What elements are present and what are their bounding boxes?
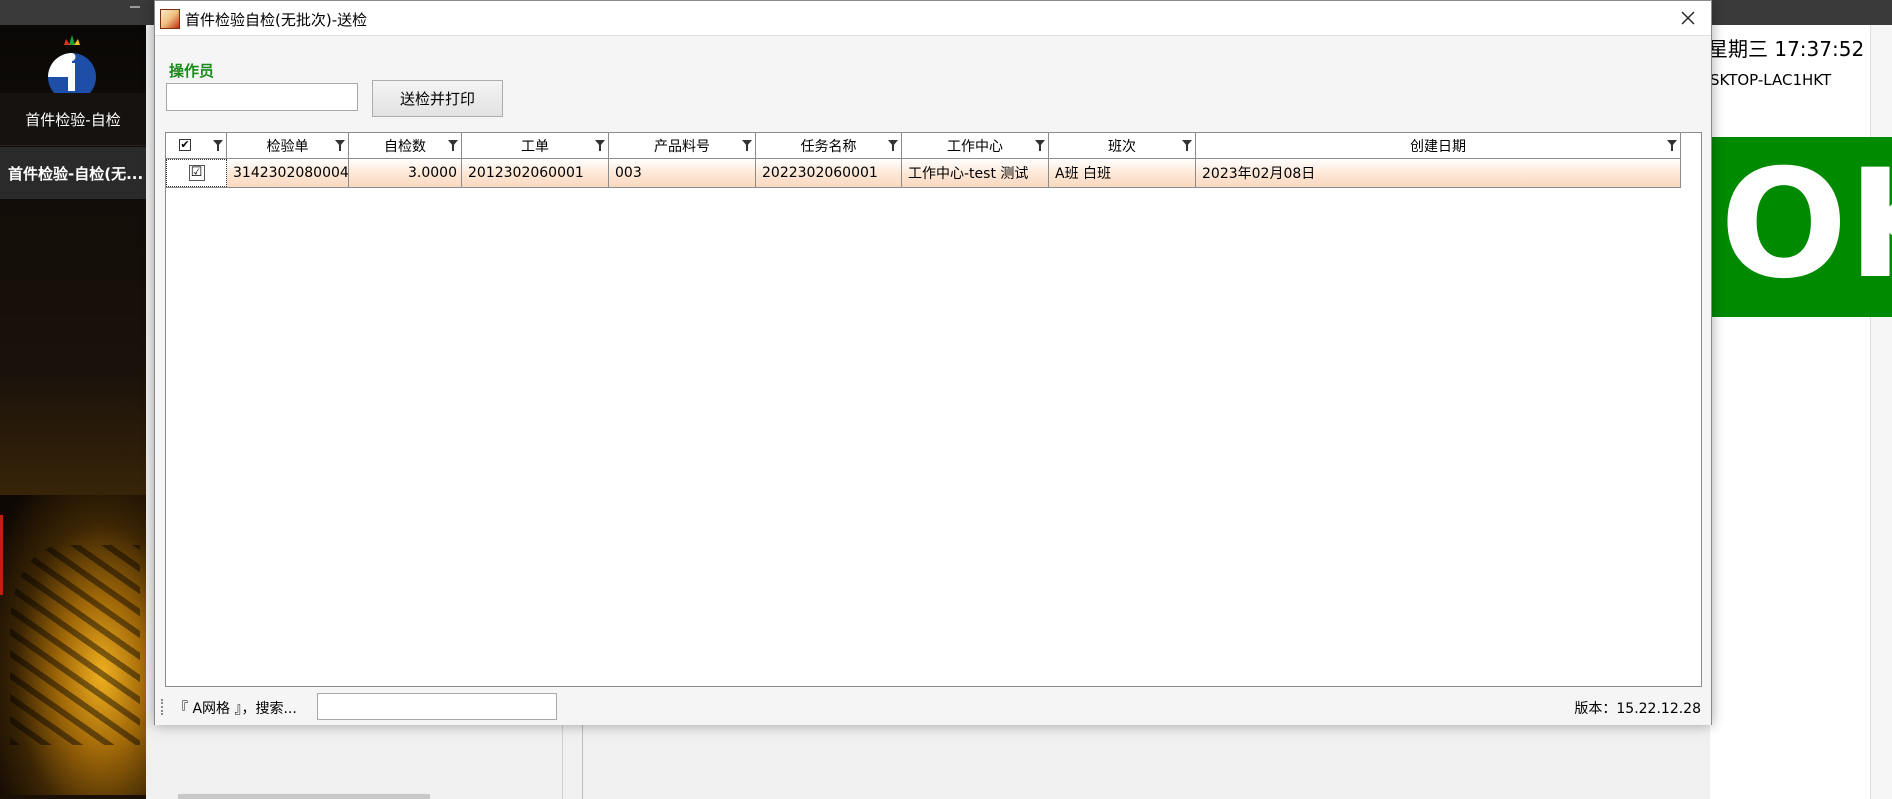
cell-work-order[interactable]: 2012302060001 xyxy=(462,159,609,187)
dialog-title: 首件检验自检(无批次)-送检 xyxy=(185,11,368,29)
grid-header: ✔ 检验单 自检数 工单 产品料号 任务名称 工作中心 班次 创建日期 xyxy=(166,133,1681,159)
column-header-work-order[interactable]: 工单 xyxy=(462,133,609,158)
column-header-select[interactable]: ✔ xyxy=(166,133,227,158)
column-header-product-code[interactable]: 产品料号 xyxy=(609,133,756,158)
decorative-edge xyxy=(0,515,3,595)
filter-icon[interactable] xyxy=(213,140,223,151)
filter-icon[interactable] xyxy=(1035,140,1045,151)
filter-icon[interactable] xyxy=(1182,140,1192,151)
table-row[interactable]: ☑ 3142302080004 3.0000 2012302060001 003… xyxy=(166,159,1681,188)
column-header-shift[interactable]: 班次 xyxy=(1049,133,1196,158)
cell-created-date[interactable]: 2023年02月08日 xyxy=(1196,159,1681,187)
send-and-print-button[interactable]: 送检并打印 xyxy=(372,80,503,117)
cell-self-check-qty[interactable]: 3.0000 xyxy=(349,159,462,187)
sidebar-item-label: 首件检验-自检 xyxy=(25,110,121,129)
dialog-statusbar: 『 A网格 』，搜索... 版本：15.22.12.28 xyxy=(155,687,1711,725)
sidebar-item-first-inspection-no-batch[interactable]: 首件检验-自检(无... xyxy=(0,147,146,199)
close-button[interactable] xyxy=(1665,1,1711,35)
status-indicator: OK xyxy=(1710,137,1892,317)
cell-inspection-no[interactable]: 3142302080004 xyxy=(227,159,349,187)
sidebar-item-first-inspection[interactable]: 首件检验-自检 xyxy=(0,93,146,146)
column-header-inspection-no[interactable]: 检验单 xyxy=(227,133,349,158)
sidebar-item-label: 首件检验-自检(无... xyxy=(8,164,144,183)
filter-icon[interactable] xyxy=(742,140,752,151)
filter-icon[interactable] xyxy=(448,140,458,151)
row-checkbox[interactable]: ☑ xyxy=(188,165,205,181)
app-sidebar: 首件检验-自检 首件检验-自检(无... xyxy=(0,25,146,799)
app-window-icon xyxy=(160,9,180,29)
minimize-icon[interactable] xyxy=(130,6,140,8)
close-icon xyxy=(1681,11,1695,25)
filter-icon[interactable] xyxy=(888,140,898,151)
send-inspection-dialog: 首件检验自检(无批次)-送检 操作员 送检并打印 ✔ 检验单 自检数 工单 产品… xyxy=(154,0,1712,725)
filter-icon[interactable] xyxy=(1667,140,1677,151)
cell-shift[interactable]: A班 白班 xyxy=(1049,159,1196,187)
cell-task-name[interactable]: 2022302060001 xyxy=(756,159,902,187)
version-label: 版本：15.22.12.28 xyxy=(1574,701,1701,717)
grid-search-input[interactable] xyxy=(317,693,557,720)
operator-input[interactable] xyxy=(166,83,358,111)
operator-label: 操作员 xyxy=(169,62,215,80)
grid-search-label: 『 A网格 』，搜索... xyxy=(174,701,297,717)
row-select-cell[interactable]: ☑ xyxy=(166,159,227,187)
column-header-task-name[interactable]: 任务名称 xyxy=(756,133,902,158)
cell-work-center[interactable]: 工作中心-test 测试 xyxy=(902,159,1049,187)
dialog-titlebar[interactable]: 首件检验自检(无批次)-送检 xyxy=(155,1,1711,35)
app-scrollbar[interactable] xyxy=(178,794,430,799)
grip-icon[interactable] xyxy=(161,699,165,715)
select-all-checkbox[interactable]: ✔ xyxy=(179,139,191,151)
column-header-self-check-qty[interactable]: 自检数 xyxy=(349,133,462,158)
inspection-grid: ✔ 检验单 自检数 工单 产品料号 任务名称 工作中心 班次 创建日期 ☑ 31… xyxy=(165,132,1702,687)
column-header-work-center[interactable]: 工作中心 xyxy=(902,133,1049,158)
datetime-display: 星期三 17:37:52 xyxy=(1708,37,1865,61)
dialog-body: 操作员 送检并打印 ✔ 检验单 自检数 工单 产品料号 任务名称 工作中心 班次… xyxy=(155,35,1711,725)
cell-product-code[interactable]: 003 xyxy=(609,159,756,187)
column-header-created-date[interactable]: 创建日期 xyxy=(1196,133,1681,158)
machine-name: SKTOP-LAC1HKT xyxy=(1710,71,1832,89)
filter-icon[interactable] xyxy=(335,140,345,151)
filter-icon[interactable] xyxy=(595,140,605,151)
status-text: OK xyxy=(1720,138,1892,312)
gear-teeth-decoration xyxy=(10,545,140,745)
